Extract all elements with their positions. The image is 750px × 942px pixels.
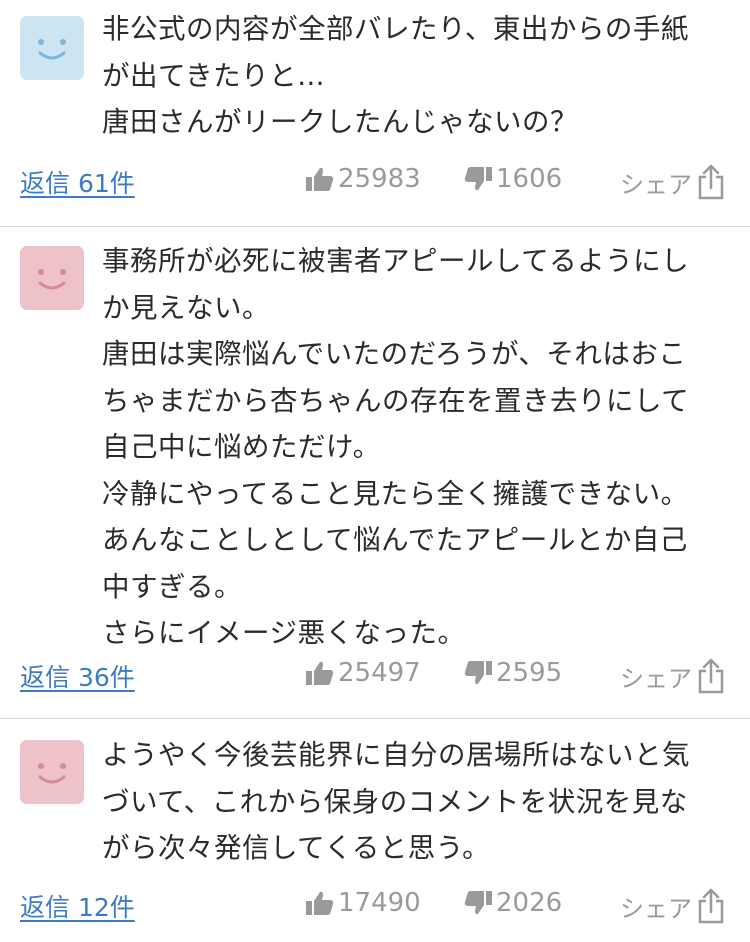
smiley-face-icon [38,39,66,60]
comment-text: 非公式の内容が全部バレたり、東出からの手紙 が出てきたりと… 唐田さんがリークし… [102,13,689,138]
share-button[interactable]: シェア [620,658,724,694]
thumbs-down-icon [464,661,492,685]
share-label: シェア [620,170,692,199]
dislike-count: 1606 [496,164,563,194]
like-button[interactable]: 25497 [306,658,421,688]
like-button[interactable]: 25983 [306,164,421,194]
user-avatar [20,740,84,804]
thumbs-up-icon [306,661,334,685]
user-avatar [20,246,84,310]
reply-link[interactable]: 返信 12件 [20,888,135,924]
like-count: 25983 [338,164,421,194]
like-count: 25497 [338,658,421,688]
reply-link[interactable]: 返信 61件 [20,164,135,200]
comment-text: 事務所が必死に被害者アピールしてるようにし か見えない。 唐田は実際悩んでいたの… [102,245,690,649]
share-icon [698,164,724,200]
dislike-button[interactable]: 2026 [464,888,562,918]
dislike-button[interactable]: 1606 [464,164,562,194]
thumbs-up-icon [306,167,334,191]
dislike-button[interactable]: 2595 [464,658,562,688]
dislike-count: 2595 [496,658,563,688]
share-label: シェア [620,664,692,693]
thumbs-up-icon [306,891,334,915]
user-avatar [20,16,84,80]
reply-link[interactable]: 返信 36件 [20,658,135,694]
thumbs-down-icon [464,891,492,915]
like-count: 17490 [338,888,421,918]
like-button[interactable]: 17490 [306,888,421,918]
dislike-count: 2026 [496,888,563,918]
divider [0,718,750,719]
divider [0,226,750,227]
comment-text: ようやく今後芸能界に自分の居場所はないと気 づいて、これから保身のコメントを状況… [102,739,690,864]
share-button[interactable]: シェア [620,888,724,924]
share-icon [698,658,724,694]
thumbs-down-icon [464,167,492,191]
share-label: シェア [620,894,692,923]
share-icon [698,888,724,924]
share-button[interactable]: シェア [620,164,724,200]
smiley-face-icon [38,269,66,290]
smiley-face-icon [38,763,66,784]
